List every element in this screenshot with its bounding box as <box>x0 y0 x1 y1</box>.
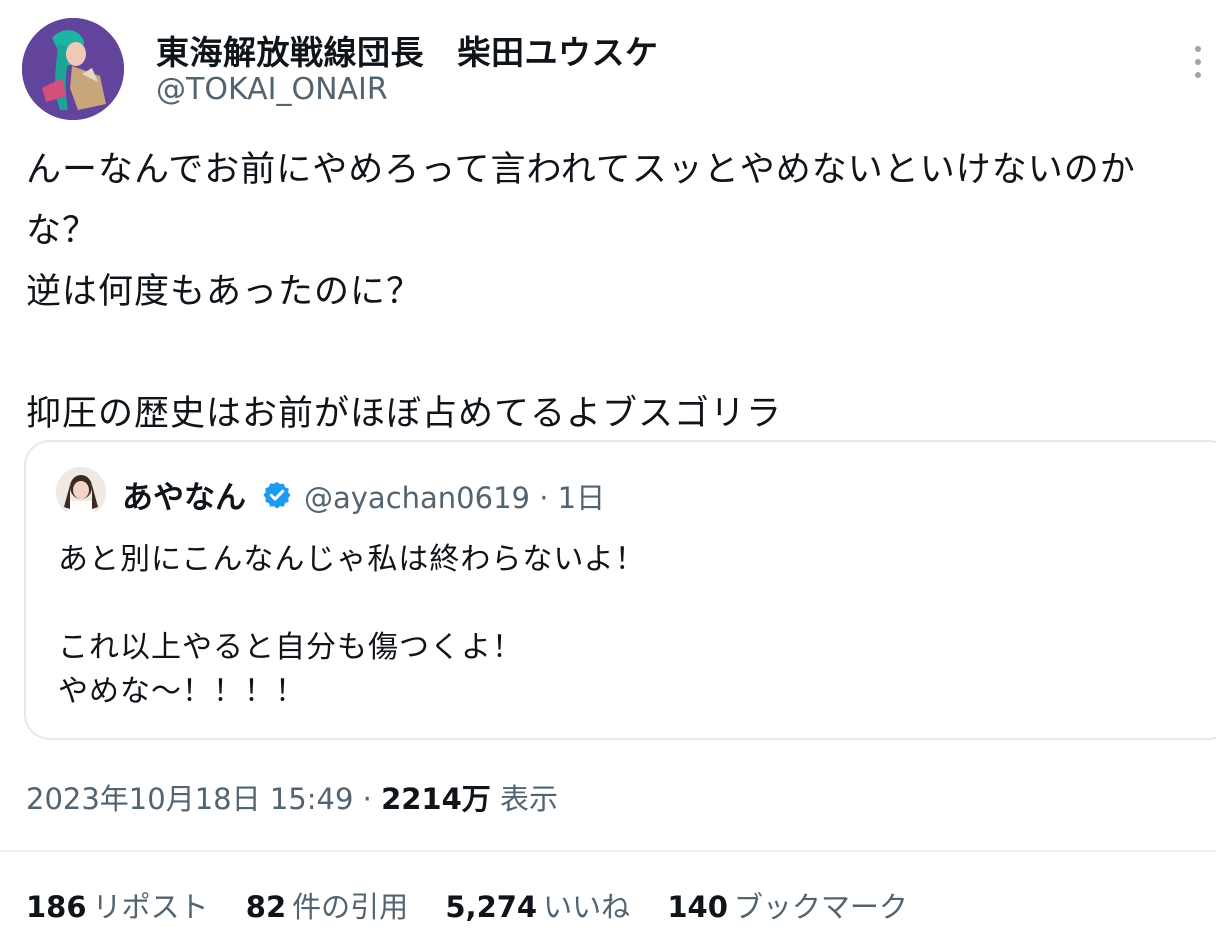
reposts-stat[interactable]: 186 リポスト <box>26 884 209 926</box>
quoted-tweet[interactable]: あやなん @ayachan0619 · 1日 あと別にこんなんじゃ私は終わらない… <box>24 440 1216 740</box>
quotes-label: 件の引用 <box>292 890 409 924</box>
quotes-stat[interactable]: 82 件の引用 <box>246 884 408 926</box>
quotes-count: 82 <box>245 890 287 924</box>
bookmarks-label: ブックマーク <box>733 890 908 924</box>
author-avatar[interactable] <box>22 18 124 120</box>
quoted-author-name[interactable]: あやなん <box>122 472 246 517</box>
author-display-name[interactable]: 東海解放戦線団長 柴田ユウスケ <box>156 26 659 74</box>
bookmarks-count: 140 <box>667 890 728 924</box>
tweet-meta: 2023年10月18日 15:49 · 2214万 表示 <box>26 776 558 818</box>
quoted-author-avatar[interactable] <box>56 467 106 517</box>
quoted-author-handle-time: @ayachan0619 · 1日 <box>304 481 606 515</box>
bookmarks-stat[interactable]: 140 ブックマーク <box>667 884 908 926</box>
reposts-label: リポスト <box>92 890 209 924</box>
tweet-timestamp[interactable]: 2023年10月18日 15:49 · <box>26 782 381 816</box>
likes-stat[interactable]: 5,274 いいね <box>445 884 630 926</box>
view-count: 2214万 <box>381 782 491 816</box>
quoted-tweet-text: あと別にこんなんじゃ私は終わらないよ！ これ以上やると自分も傷つくよ！ やめな〜… <box>58 542 646 709</box>
likes-label: いいね <box>543 890 631 924</box>
divider <box>0 850 1216 852</box>
more-options-icon[interactable] <box>1184 42 1212 82</box>
tweet-text: んーなんでお前にやめろって言われてスッとやめないといけないのかな？ 逆は何度もあ… <box>26 150 1136 434</box>
verified-badge-icon <box>262 480 292 510</box>
likes-count: 5,274 <box>445 890 538 924</box>
tweet: 東海解放戦線団長 柴田ユウスケ @TOKAI_ONAIR んーなんでお前にやめろ… <box>0 0 1216 938</box>
reposts-count: 186 <box>26 890 87 924</box>
engagement-stats: 186 リポスト 82 件の引用 5,274 いいね 140 ブックマーク <box>26 884 936 926</box>
view-label: 表示 <box>490 782 558 816</box>
author-handle[interactable]: @TOKAI_ONAIR <box>156 72 388 107</box>
